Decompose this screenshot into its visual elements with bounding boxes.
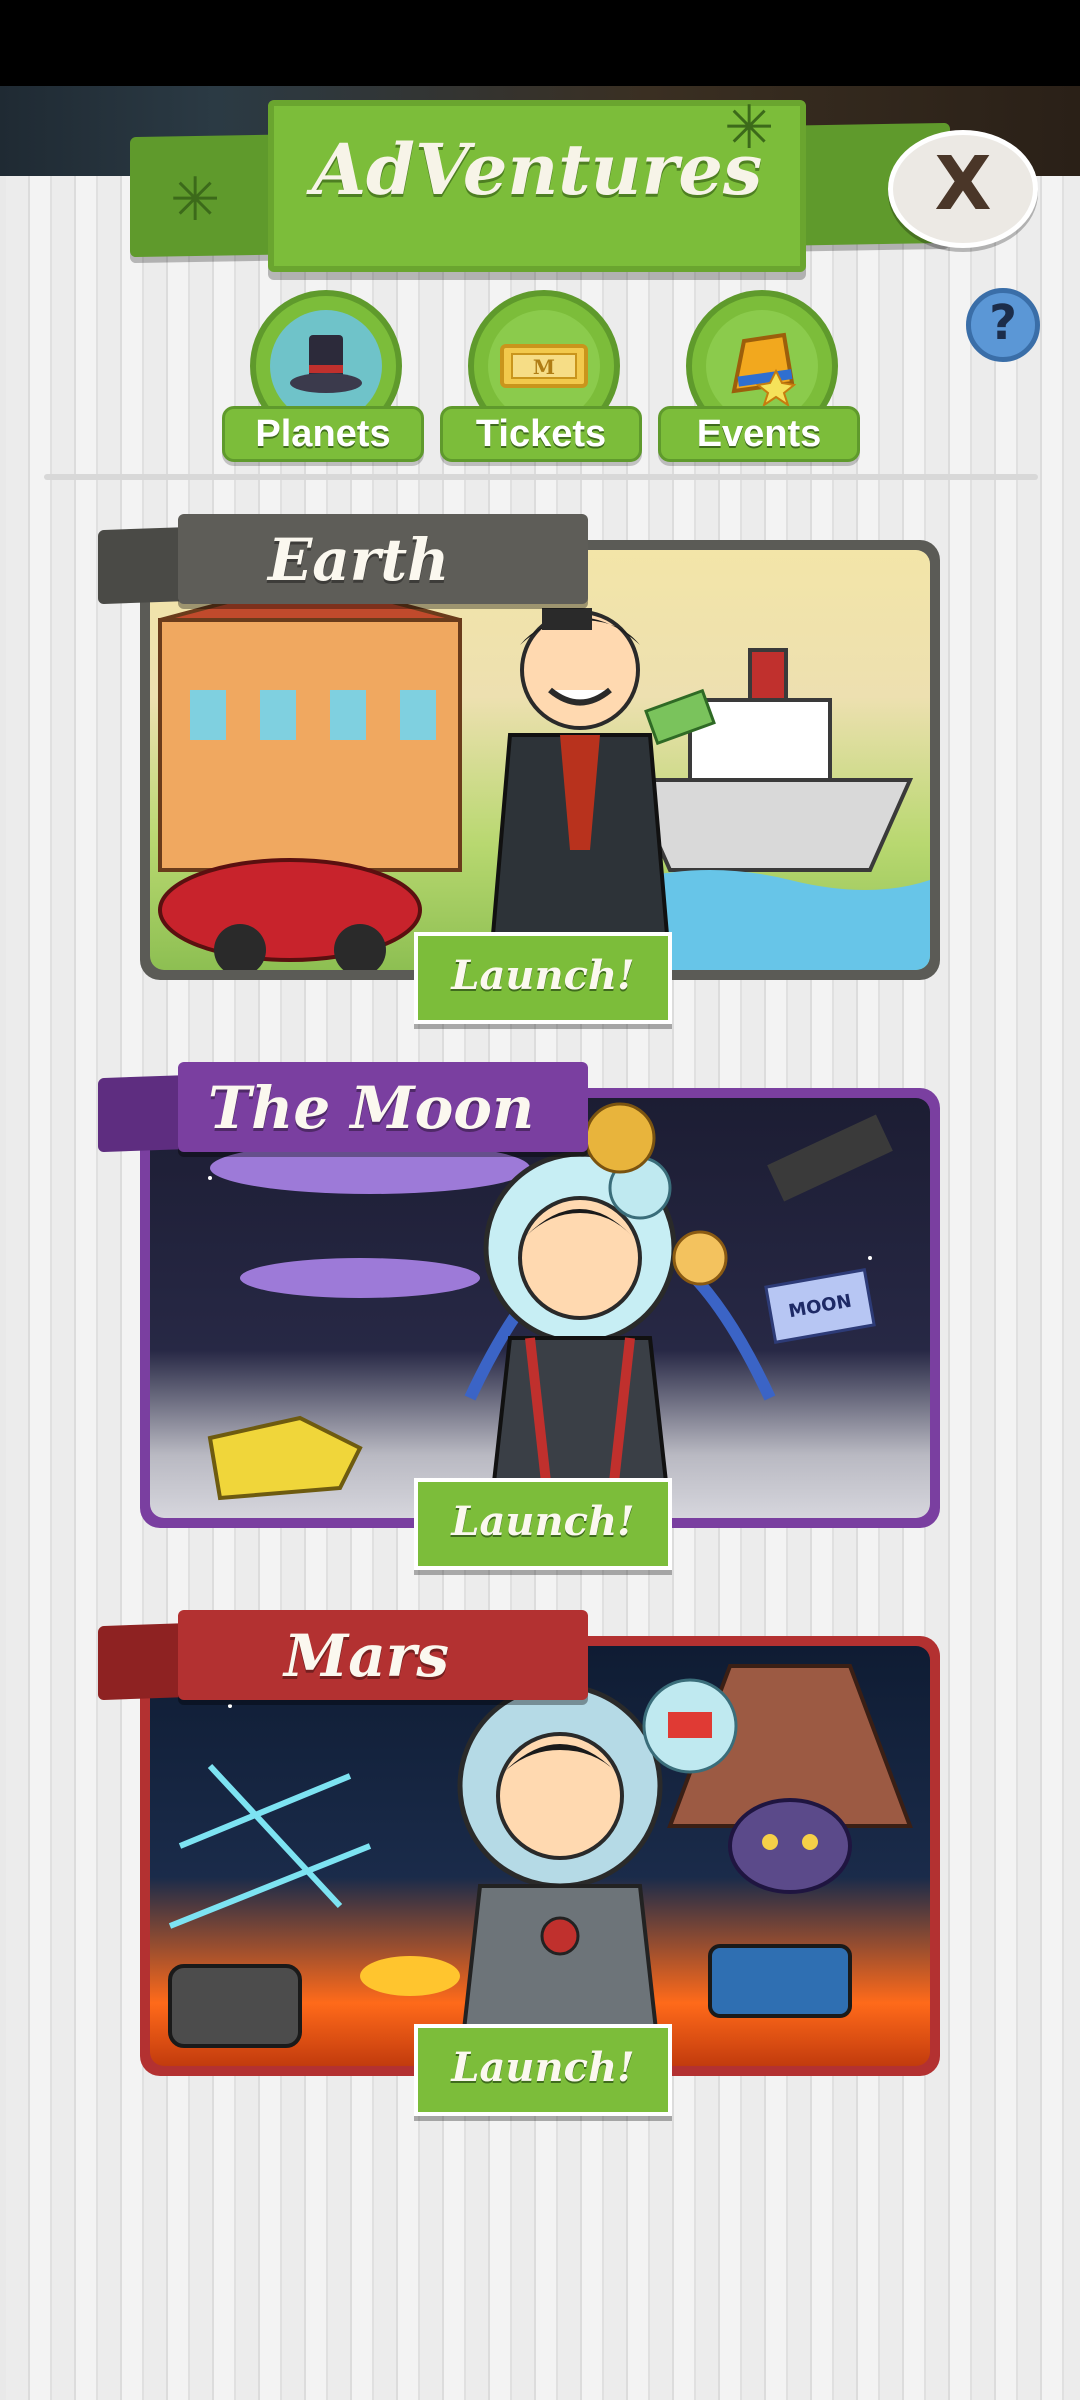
tab-events[interactable]: Events [658, 290, 860, 462]
planet-name: Mars [284, 1622, 449, 1690]
planet-card-moon[interactable]: MOON The Moon [98, 1062, 940, 1528]
tab-label: Tickets [440, 406, 642, 462]
planet-card-earth[interactable]: Earth [98, 514, 940, 980]
tab-planets[interactable]: Planets [222, 290, 424, 462]
moon-illustration: MOON [150, 1098, 930, 1518]
svg-text:M: M [533, 355, 555, 379]
planet-card-mars[interactable]: Mars [98, 1610, 940, 2076]
close-icon: X [934, 141, 992, 227]
launch-earth-button[interactable]: Launch! [414, 932, 672, 1024]
page-title: AdVentures [311, 128, 763, 211]
launch-mars-button[interactable]: Launch! [414, 2024, 672, 2116]
divider [44, 474, 1038, 480]
mars-illustration [150, 1646, 930, 2066]
tab-label: Planets [222, 406, 424, 462]
tab-label: Events [658, 406, 860, 462]
help-icon: ? [989, 295, 1017, 351]
launch-moon-button[interactable]: Launch! [414, 1478, 672, 1570]
planet-name: The Moon [208, 1074, 535, 1142]
planet-name: Earth [268, 526, 450, 594]
sparkle-icon: ✳ [170, 165, 221, 235]
earth-illustration [150, 550, 930, 970]
help-button[interactable]: ? [966, 288, 1040, 362]
tab-tickets[interactable]: M Tickets [440, 290, 642, 462]
close-button[interactable]: X [888, 130, 1038, 248]
status-bar [0, 0, 1080, 86]
